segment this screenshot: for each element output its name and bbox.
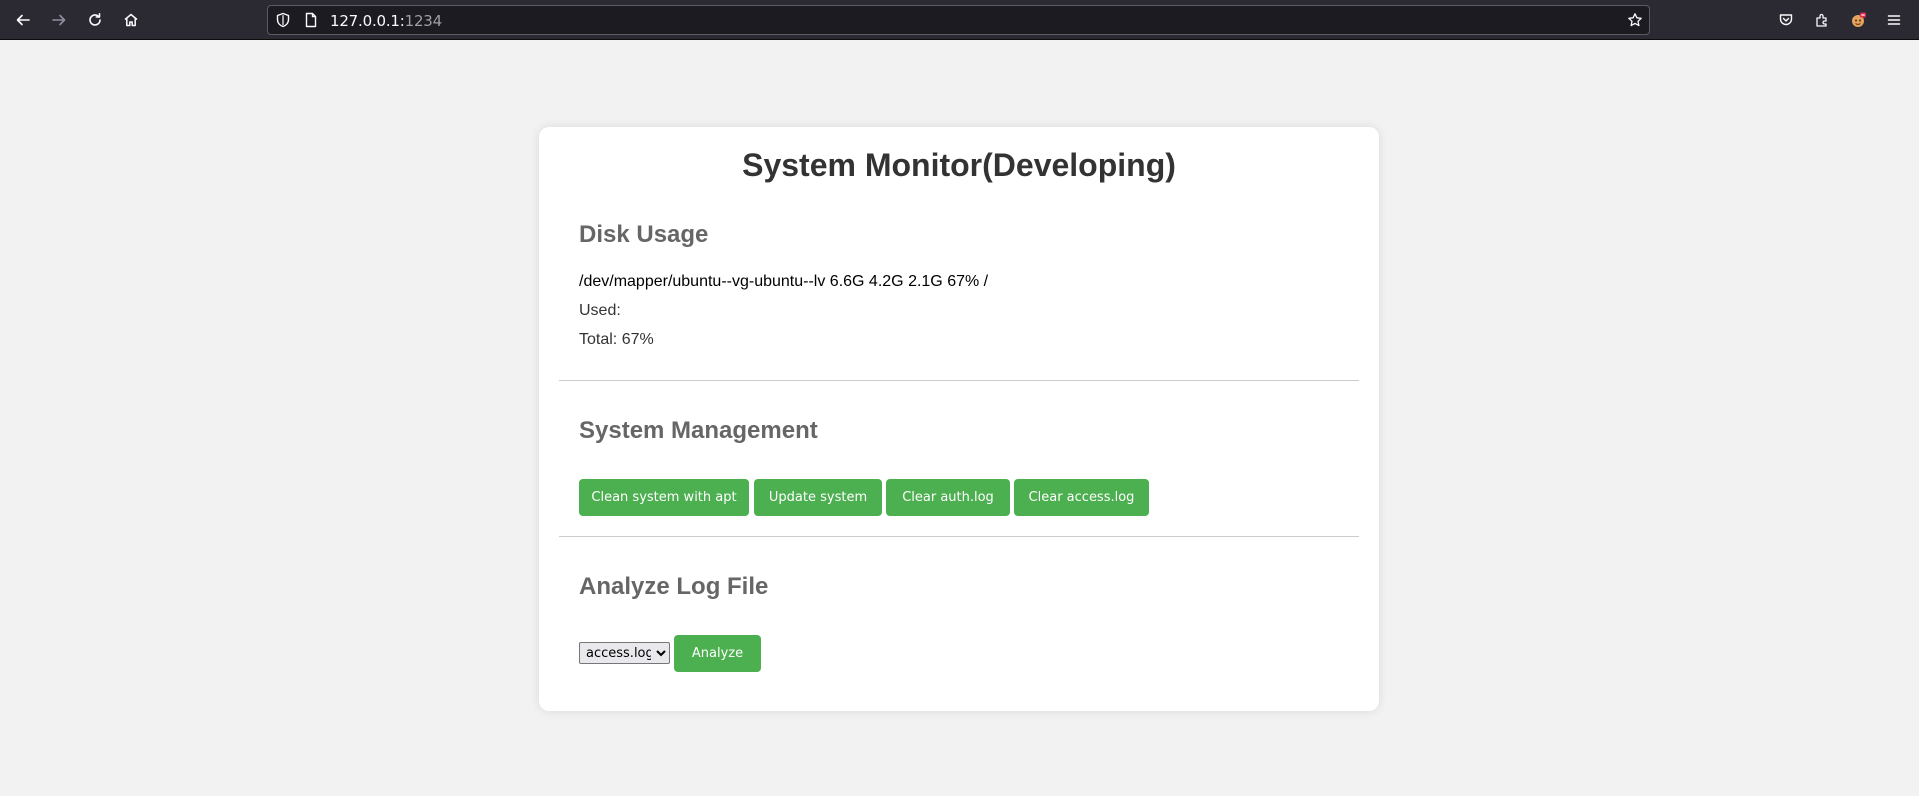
clear-auth-log-button[interactable]: Clear auth.log	[886, 479, 1010, 516]
system-management-heading: System Management	[579, 417, 818, 444]
clear-access-log-button[interactable]: Clear access.log	[1014, 479, 1149, 516]
reload-button[interactable]	[81, 6, 109, 34]
disk-device-line: /dev/mapper/ubuntu--vg-ubuntu--lv 6.6G 4…	[579, 273, 989, 290]
pocket-icon	[1779, 14, 1793, 26]
url-port: 1234	[404, 12, 443, 30]
log-file-select[interactable]: access.log	[579, 642, 670, 664]
section-divider	[559, 536, 1359, 537]
page-title: System Monitor(Developing)	[742, 147, 1176, 183]
profile-button[interactable]	[1844, 6, 1872, 34]
forward-button[interactable]	[45, 6, 73, 34]
page-icon[interactable]	[303, 12, 319, 28]
system-monitor-card: System Monitor(Developing) Disk Usage /d…	[539, 127, 1379, 711]
menu-button[interactable]	[1880, 6, 1908, 34]
analyze-button[interactable]: Analyze	[674, 635, 761, 672]
reload-icon	[89, 13, 101, 26]
back-arrow-icon	[16, 14, 30, 26]
extensions-button[interactable]	[1808, 6, 1836, 34]
home-button[interactable]	[117, 6, 145, 34]
disk-usage-heading: Disk Usage	[579, 221, 709, 248]
menu-icon	[1887, 15, 1901, 25]
home-icon	[124, 13, 138, 27]
analyze-log-heading: Analyze Log File	[579, 573, 769, 600]
forward-arrow-icon	[52, 14, 66, 26]
pocket-button[interactable]	[1772, 6, 1800, 34]
extensions-icon	[1816, 13, 1827, 27]
shield-icon[interactable]	[275, 12, 291, 28]
browser-toolbar: 127.0.0.1:1234	[0, 0, 1919, 40]
disk-total-label: Total: 67%	[579, 331, 654, 348]
section-divider	[559, 380, 1359, 381]
clean-apt-button[interactable]: Clean system with apt	[579, 479, 749, 516]
url-text[interactable]: 127.0.0.1:1234	[330, 12, 442, 30]
back-button[interactable]	[9, 6, 37, 34]
update-system-button[interactable]: Update system	[754, 479, 882, 516]
disk-used-label: Used:	[579, 302, 621, 319]
profile-icon	[1852, 12, 1866, 27]
bookmark-star-icon[interactable]	[1627, 12, 1643, 28]
url-bar[interactable]: 127.0.0.1:1234	[267, 5, 1650, 35]
url-host: 127.0.0.1:	[330, 12, 405, 30]
